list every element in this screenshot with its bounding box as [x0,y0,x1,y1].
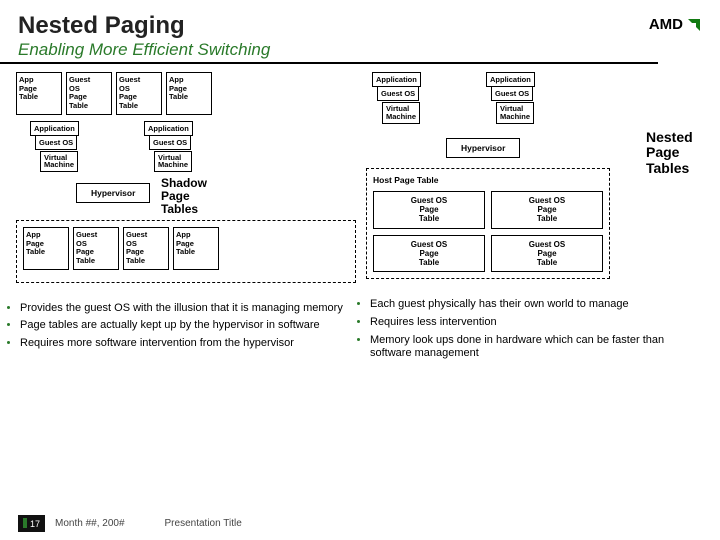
right-column: Application Guest OS Virtual Machine App… [366,72,696,372]
guest-os-box: Guest OS [35,135,77,150]
guest-os-page-table-box: Guest OS Page Table [373,235,485,273]
application-box: Application [486,72,535,87]
amd-arrow-icon [686,17,702,33]
left-vm-stacks: Application Guest OS Virtual Machine App… [30,121,356,177]
application-box: Application [144,121,193,136]
footer-date: Month ##, 200# [55,518,125,529]
app-page-table-box: App Page Table [16,72,62,115]
guest-os-page-table-box: Guest OS Page Table [491,235,603,273]
left-bullet-list: Provides the guest OS with the illusion … [16,294,356,351]
slide-subtitle: Enabling More Efficient Switching [0,40,658,64]
app-page-table-box: App Page Table [23,227,69,270]
vm-stack: Application Guest OS Virtual Machine [144,121,198,177]
hypervisor-box: Hypervisor [76,183,150,203]
slide-title: Nested Paging [0,0,720,40]
virtual-machine-box: Virtual Machine [40,151,78,173]
guest-os-page-table-box: Guest OS Page Table [73,227,119,270]
left-top-row: App Page Table Guest OS Page Table Guest… [16,72,356,115]
host-page-table-container: Host Page Table Guest OS Page Table Gues… [366,168,610,279]
guest-os-box: Guest OS [149,135,191,150]
nested-page-tables-label: Nested Page Tables [646,130,706,176]
application-box: Application [30,121,79,136]
left-column: App Page Table Guest OS Page Table Guest… [16,72,356,372]
hypervisor-row: Hypervisor Shadow Page Tables [16,177,356,217]
list-item: Provides the guest OS with the illusion … [20,302,352,316]
guest-os-page-table-box: Guest OS Page Table [66,72,112,115]
guest-os-page-table-box: Guest OS Page Table [373,191,485,229]
list-item: Each guest physically has their own worl… [370,298,692,312]
host-page-table-label: Host Page Table [373,175,603,185]
app-page-table-box: App Page Table [166,72,212,115]
shadow-page-tables-label: Shadow Page Tables [161,177,207,217]
amd-logo: AMD [649,16,702,33]
footer-title: Presentation Title [165,518,242,529]
vm-stack: Application Guest OS Virtual Machine [486,72,540,128]
guest-os-box: Guest OS [377,86,419,101]
virtual-machine-box: Virtual Machine [154,151,192,173]
logo-text: AMD [649,16,683,33]
guest-os-page-table-box: Guest OS Page Table [116,72,162,115]
app-page-table-box: App Page Table [173,227,219,270]
vm-stack: Application Guest OS Virtual Machine [372,72,426,128]
guest-os-page-table-box: Guest OS Page Table [491,191,603,229]
shadow-page-tables-container: App Page Table Guest OS Page Table Guest… [16,220,356,283]
list-item: Requires less intervention [370,316,692,330]
right-bullet-list: Each guest physically has their own worl… [366,290,696,361]
slide-footer: 17 Month ##, 200# Presentation Title [18,515,242,532]
hypervisor-box: Hypervisor [446,138,520,158]
application-box: Application [372,72,421,87]
list-item: Memory look ups done in hardware which c… [370,334,692,362]
page-number: 17 [18,515,45,532]
right-vm-stacks: Application Guest OS Virtual Machine App… [372,72,696,128]
vm-stack: Application Guest OS Virtual Machine [30,121,84,177]
list-item: Page tables are actually kept up by the … [20,319,352,333]
guest-os-box: Guest OS [491,86,533,101]
virtual-machine-box: Virtual Machine [496,102,534,124]
list-item: Requires more software intervention from… [20,337,352,351]
virtual-machine-box: Virtual Machine [382,102,420,124]
guest-os-page-table-box: Guest OS Page Table [123,227,169,270]
